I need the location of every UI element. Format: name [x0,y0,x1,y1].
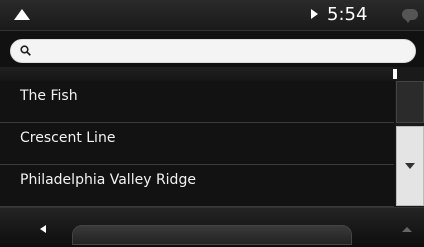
keyboard-button[interactable] [72,225,352,245]
message-icon[interactable] [402,9,418,23]
scrollbar-thumb[interactable] [393,69,397,79]
chevron-down-icon [405,163,415,169]
back-button[interactable] [30,219,60,241]
list-item[interactable]: The Fish [0,81,394,123]
back-arrow-icon [40,225,46,233]
navigation-arrow-icon[interactable] [14,9,30,20]
clock: 5:54 [327,4,368,25]
list-item[interactable]: Crescent Line [0,123,394,165]
list-item-title: The Fish [20,88,78,104]
scroll-down-button[interactable] [396,126,424,206]
status-bar: 5:54 [0,0,424,31]
gps-icon [311,9,318,19]
list-item[interactable]: Philadelphia Valley Ridge [0,165,394,207]
scroll-top-button[interactable] [394,219,420,241]
chevron-up-icon [402,227,412,232]
list-header [0,67,400,81]
search-icon [20,45,31,56]
list-item-title: Philadelphia Valley Ridge [20,172,196,188]
search-input[interactable] [10,39,416,63]
results-list: The Fish Crescent Line Philadelphia Vall… [0,81,394,207]
scroll-up-button[interactable] [396,81,424,123]
navigation-screen: 5:54 The Fish Crescent Line Philadelphia… [0,0,424,247]
list-item-title: Crescent Line [20,130,116,146]
